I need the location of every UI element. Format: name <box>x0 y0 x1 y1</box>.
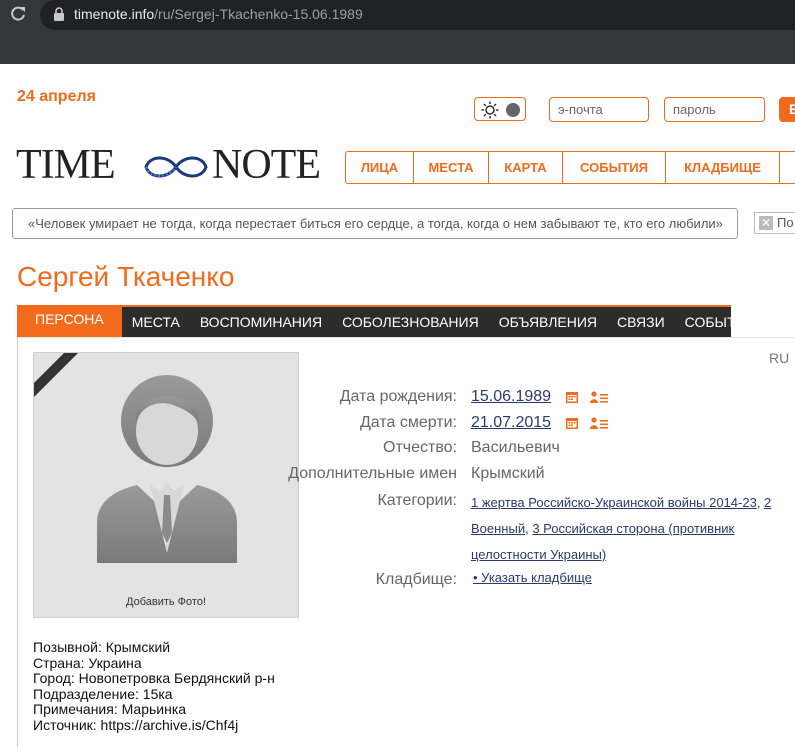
categories-list: 1 жертва Российско-Украинской войны 2014… <box>471 490 781 568</box>
nav-item-places[interactable]: МЕСТА <box>414 152 489 183</box>
add-photo-link[interactable]: Добавить Фото! <box>34 596 298 608</box>
birth-date-label: Дата рождения: <box>339 388 457 405</box>
language-switch[interactable]: RU <box>769 350 789 366</box>
login-button[interactable]: В <box>779 97 795 122</box>
birth-date-link[interactable]: 15.06.1989 <box>471 388 551 405</box>
detail-source: Источник: https://archive.is/Chf4j <box>33 716 239 733</box>
email-field[interactable] <box>549 97 649 122</box>
lock-icon[interactable] <box>52 6 66 22</box>
person-photo[interactable]: Добавить Фото! <box>33 352 299 618</box>
tab-person[interactable]: ПЕРСОНА <box>17 305 122 337</box>
tab-places[interactable]: МЕСТА <box>122 307 190 337</box>
current-date: 24 апреля <box>17 88 96 105</box>
category-link[interactable]: 1 жертва Российско-Украинской войны 2014… <box>471 495 757 510</box>
tab-memories[interactable]: ВОСПОМИНАНИЯ <box>190 307 332 337</box>
sun-icon <box>481 101 499 119</box>
browser-chrome: timenote.info/ru/Sergej-Tkachenko-15.06.… <box>0 0 795 64</box>
set-cemetery-link[interactable]: • Указать кладбище <box>473 570 592 585</box>
calendar-icon[interactable] <box>565 391 578 403</box>
detail-country: Страна: Украина <box>33 654 142 671</box>
person-details: Позывной: Крымский Страна: Украина Город… <box>33 639 275 733</box>
person-name: Сергей Ткаченко <box>17 261 235 292</box>
search-chip[interactable]: ✕ По <box>754 212 795 234</box>
nav-item-map[interactable]: КАРТА <box>489 152 563 183</box>
additional-names-value: Крымский <box>471 465 545 482</box>
tab-condolences[interactable]: СОБОЛЕЗНОВАНИЯ <box>332 307 489 337</box>
death-date-row: 21.07.2015 <box>471 414 608 432</box>
detail-unit: Подразделение: 15ка <box>33 685 173 702</box>
person-list-icon[interactable] <box>589 391 608 403</box>
calendar-icon[interactable] <box>565 417 578 429</box>
nav-item-more[interactable] <box>780 152 795 183</box>
mourning-ribbon-icon <box>34 353 78 397</box>
additional-names-label: Дополнительные имен <box>288 465 457 482</box>
cemetery-label: Кладбище: <box>375 571 457 588</box>
birth-date-row: 15.06.1989 <box>471 388 608 406</box>
death-date-link[interactable]: 21.07.2015 <box>471 414 551 431</box>
categories-label: Категории: <box>377 492 457 509</box>
infinity-icon <box>144 156 208 178</box>
logo-text-time: TIME <box>16 142 116 188</box>
tab-events[interactable]: СОБЫТИЯ <box>675 307 766 337</box>
moon-icon <box>506 103 520 117</box>
patronymic-label: Отчество: <box>383 439 457 456</box>
theme-toggle[interactable] <box>474 97 526 121</box>
person-list-icon[interactable] <box>589 417 608 429</box>
patronymic-value: Васильевич <box>471 439 560 456</box>
nav-item-events[interactable]: СОБЫТИЯ <box>563 152 666 183</box>
close-icon[interactable]: ✕ <box>759 216 773 230</box>
detail-notes: Примечания: Марьинка <box>33 701 187 717</box>
nav-item-faces[interactable]: ЛИЦА <box>346 152 414 183</box>
main-nav: ЛИЦА МЕСТА КАРТА СОБЫТИЯ КЛАДБИЩЕ <box>345 151 795 184</box>
person-tabs: ПЕРСОНА МЕСТА ВОСПОМИНАНИЯ СОБОЛЕЗНОВАНИ… <box>17 305 756 337</box>
logo-text-note: NOTE <box>212 142 321 188</box>
detail-city: Город: Новопетровка Бердянский р-н <box>33 670 275 686</box>
avatar-placeholder-icon <box>97 375 237 563</box>
tab-connections[interactable]: СВЯЗИ <box>607 307 675 337</box>
url-text[interactable]: timenote.info/ru/Sergej-Tkachenko-15.06.… <box>74 6 363 22</box>
nav-item-cemetery[interactable]: КЛАДБИЩЕ <box>666 152 780 183</box>
death-date-label: Дата смерти: <box>359 414 457 431</box>
chip-label: По <box>777 215 794 230</box>
timenote-logo[interactable]: TIME NOTE <box>16 143 322 187</box>
password-field[interactable] <box>664 97 765 122</box>
category-separator: , <box>756 495 765 510</box>
reload-icon[interactable] <box>8 4 28 24</box>
tab-announcements[interactable]: ОБЪЯВЛЕНИЯ <box>489 307 607 337</box>
quote-banner: «Человек умирает не тогда, когда переста… <box>12 208 738 239</box>
detail-callsign: Позывной: Крымский <box>33 639 171 655</box>
